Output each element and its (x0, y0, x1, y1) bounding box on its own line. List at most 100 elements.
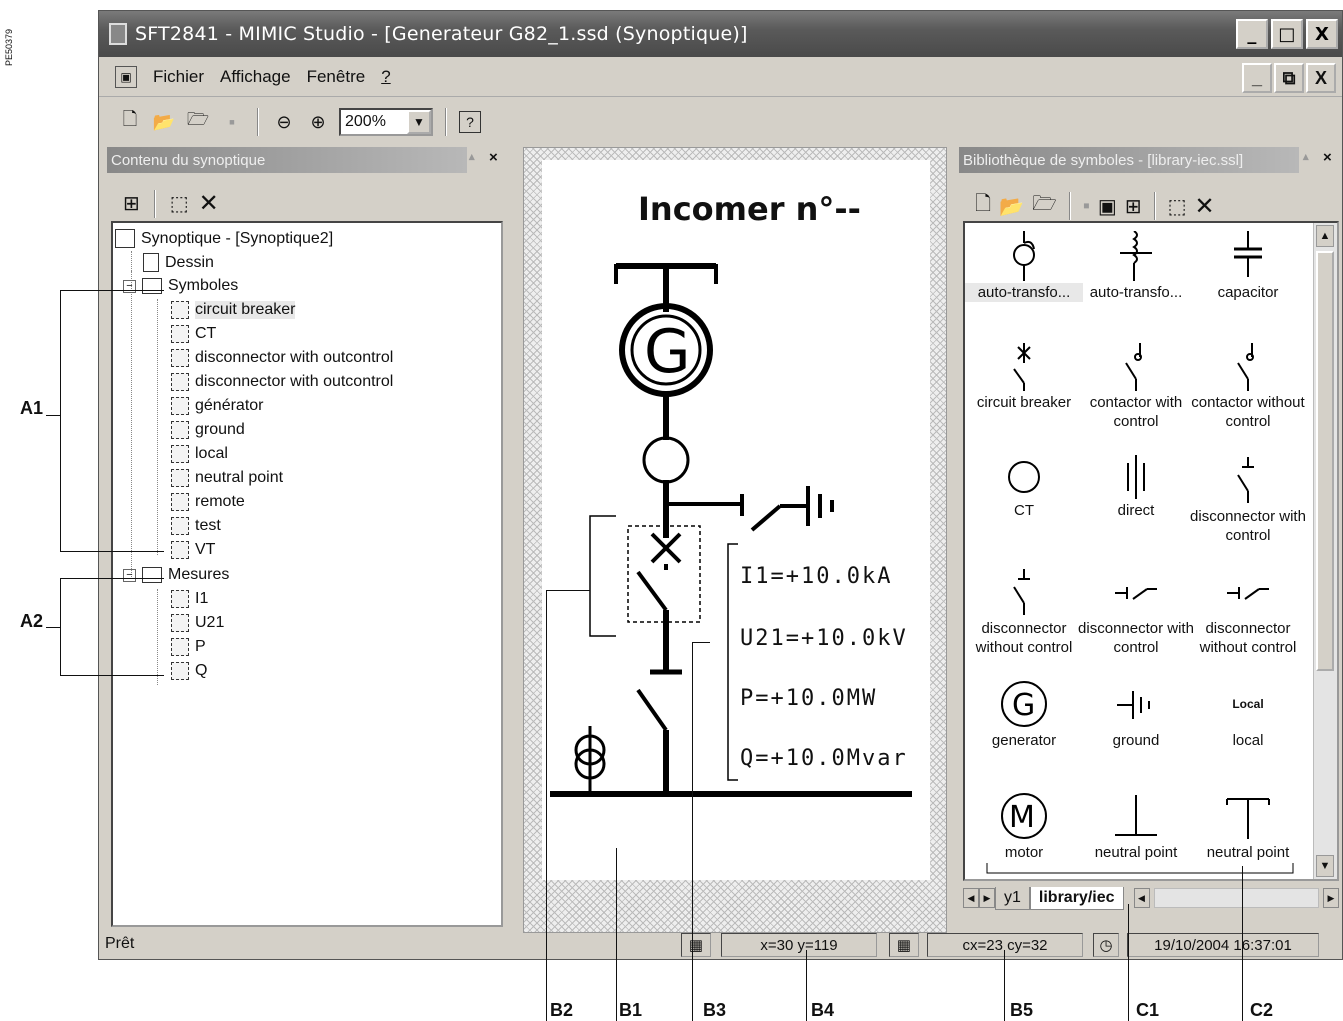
new-library-icon[interactable]: 🗋 (975, 189, 991, 223)
open-icon[interactable]: 📂 (151, 109, 177, 135)
single-line-diagram: G (550, 263, 912, 797)
symbol-icon (171, 445, 189, 463)
tab-prev-icon[interactable]: ◀ (963, 888, 979, 908)
tree-item-symbol[interactable]: disconnector with outcontrol (171, 349, 393, 367)
symbol-circuit-breaker[interactable]: circuit breaker (965, 341, 1083, 412)
symbol-motor[interactable]: M motor (965, 791, 1083, 862)
scroll-down-icon[interactable]: ▼ (1316, 855, 1334, 877)
maximize-button[interactable]: □ (1271, 19, 1303, 49)
tree-item-measure[interactable]: I1 (171, 590, 208, 608)
minimize-button[interactable]: _ (1236, 19, 1268, 49)
open-library-icon[interactable]: 📂 (999, 194, 1024, 219)
symbol-ground[interactable]: ground (1077, 679, 1195, 750)
tab-next-icon[interactable]: ▶ (979, 888, 995, 908)
scroll-thumb[interactable] (1316, 251, 1334, 671)
menu-help[interactable]: ? (381, 67, 390, 87)
tree-item-symbol[interactable]: ground (171, 421, 245, 439)
symbol-label: auto-transfo... (965, 283, 1083, 302)
save-all-icon[interactable]: ▣ (1098, 194, 1117, 219)
properties-icon[interactable]: ⊞ (123, 191, 140, 216)
menu-fichier[interactable]: Fichier (153, 67, 204, 87)
ct-icon (1008, 461, 1040, 493)
measure-i1[interactable]: I1=+10.0kA (740, 564, 892, 589)
doc-minimize-button[interactable]: _ (1242, 63, 1272, 93)
tree-item-dessin[interactable]: Dessin (143, 253, 214, 272)
figure-id: PE50379 (4, 28, 14, 66)
symbol-capacitor[interactable]: capacitor (1189, 231, 1307, 302)
save-icon[interactable]: ▪ (1083, 195, 1090, 218)
annotation-line (60, 578, 61, 676)
tree-item-symbol[interactable]: test (171, 517, 221, 535)
document-menu-icon[interactable]: ▣ (115, 65, 137, 88)
measure-q[interactable]: Q=+10.0Mvar (740, 746, 908, 771)
tab-y1[interactable]: y1 (995, 886, 1030, 910)
delete-icon[interactable]: ✕ (199, 189, 219, 218)
doc-restore-button[interactable]: ⧉ (1274, 63, 1304, 93)
symbol-disconnector-horizontal[interactable]: disconnector with control (1077, 567, 1195, 657)
symbol-contactor[interactable]: contactor with control (1077, 341, 1195, 431)
close-icon[interactable]: × (1323, 149, 1332, 166)
symbol-neutral-point[interactable]: neutral point (1077, 791, 1195, 862)
tree-root[interactable]: Synoptique - [Synoptique2] (115, 229, 333, 248)
measure-u21[interactable]: U21=+10.0kV (740, 626, 908, 651)
horizontal-scrollbar[interactable] (1153, 888, 1319, 908)
synoptic-canvas[interactable]: Incomer n°-- G I1=+10.0kA U21=+10.0kV P=… (542, 160, 930, 880)
menu-fenetre[interactable]: Fenêtre (307, 67, 366, 87)
tree-item-symbol[interactable]: circuit breaker (171, 301, 296, 319)
symbol-generator[interactable]: G generator (965, 679, 1083, 750)
symbol-label: generator (991, 732, 1057, 749)
tree-item-symbol[interactable]: remote (171, 493, 245, 511)
synoptic-canvas-area[interactable]: Incomer n°-- G I1=+10.0kA U21=+10.0kV P=… (523, 147, 947, 933)
add-symbol-icon[interactable]: ⬚ (1168, 194, 1187, 219)
menu-affichage[interactable]: Affichage (220, 67, 291, 87)
measure-p[interactable]: P=+10.0MW (740, 686, 877, 711)
help-icon[interactable]: ? (459, 111, 481, 133)
symbol-disconnector-horizontal[interactable]: disconnector without control (1189, 567, 1307, 657)
open-folder-icon[interactable]: 🗁 (185, 109, 211, 135)
symbol-contactor[interactable]: contactor without control (1189, 341, 1307, 431)
tree-item-symbol[interactable]: neutral point (171, 469, 283, 487)
doc-close-button[interactable]: X (1306, 63, 1336, 93)
properties-icon[interactable]: ⊞ (1125, 194, 1142, 219)
tree-item-symbol[interactable]: local (171, 445, 228, 463)
zoom-out-icon[interactable]: ⊖ (271, 109, 297, 135)
pin-icon[interactable]: ▴ (469, 150, 475, 163)
new-icon[interactable]: 🗋 (117, 109, 143, 135)
symbol-ct[interactable]: CT (965, 455, 1083, 520)
symbol-auto-transformer[interactable]: auto-transfo... (1077, 231, 1195, 302)
zoom-select[interactable]: 200% ▼ (339, 108, 433, 136)
symbol-icon (171, 493, 189, 511)
tree-item-measure[interactable]: P (171, 638, 206, 656)
add-symbol-icon[interactable]: ⬚ (170, 191, 189, 216)
symbol-neutral-point[interactable]: neutral point (1189, 791, 1307, 862)
zoom-in-icon[interactable]: ⊕ (305, 109, 331, 135)
symbol-direct[interactable]: direct (1077, 455, 1195, 520)
close-icon[interactable]: × (489, 149, 498, 166)
collapse-icon[interactable]: − (123, 568, 136, 582)
tab-library-iec[interactable]: library/iec (1029, 886, 1124, 910)
pin-icon[interactable]: ▴ (1303, 150, 1309, 163)
tree-item-label: P (195, 638, 206, 655)
open-folder-icon[interactable]: 🗁 (1032, 189, 1057, 223)
symbol-disconnector[interactable]: disconnector with control (1189, 455, 1307, 545)
hscroll-left-icon[interactable]: ◀ (1133, 888, 1150, 908)
annotation-line (46, 415, 60, 416)
tree-item-measure[interactable]: Q (171, 662, 207, 680)
tree-item-symbol[interactable]: VT (171, 541, 215, 559)
tree-item-symbol[interactable]: générator (171, 397, 264, 415)
chevron-down-icon[interactable]: ▼ (407, 110, 431, 134)
symbol-local[interactable]: Local local (1189, 679, 1307, 750)
tree-item-symboles[interactable]: − Symboles (123, 277, 238, 295)
delete-icon[interactable]: ✕ (1194, 192, 1214, 221)
tree-item-symbol[interactable]: CT (171, 325, 216, 343)
symbol-disconnector[interactable]: disconnector without control (965, 567, 1083, 657)
hscroll-right-icon[interactable]: ▶ (1323, 888, 1339, 908)
save-icon[interactable]: ▪ (219, 109, 245, 135)
scroll-up-icon[interactable]: ▲ (1316, 225, 1334, 247)
tree-item-measure[interactable]: U21 (171, 614, 224, 632)
close-button[interactable]: X (1306, 19, 1338, 49)
vertical-scrollbar[interactable]: ▲ ▼ (1313, 223, 1337, 879)
tree-item-symbol[interactable]: disconnector with outcontrol (171, 373, 393, 391)
symbol-auto-transformer[interactable]: auto-transfo... (965, 231, 1083, 302)
tree-item-mesures[interactable]: − Mesures (123, 566, 229, 584)
